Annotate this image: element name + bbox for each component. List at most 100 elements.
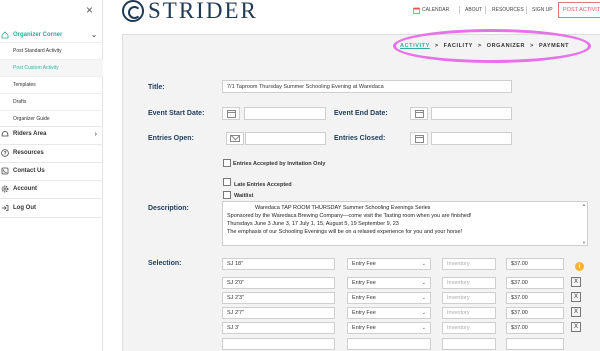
- sidebar-item-label: Organizer Corner: [13, 32, 63, 38]
- inventory-input[interactable]: Inventory: [442, 258, 496, 270]
- nav-about[interactable]: ABOUT: [465, 6, 482, 14]
- scroll-up-icon[interactable]: ▲: [582, 202, 586, 207]
- info-icon[interactable]: i: [575, 262, 584, 271]
- inventory-input[interactable]: Inventory: [442, 307, 496, 319]
- price-input[interactable]: $37.00: [506, 258, 564, 270]
- title-input[interactable]: 7/1 Taproom Thursday Summer Schooling Ev…: [222, 80, 512, 93]
- sidebar-subitem-post-custom-activity[interactable]: Post Custom Activity: [0, 59, 103, 76]
- event-start-date-label: Event Start Date:: [148, 110, 205, 117]
- fee-type-select[interactable]: [347, 338, 431, 350]
- chevron-down-icon: ⌄: [91, 32, 97, 39]
- inventory-input[interactable]: Inventory: [442, 277, 496, 289]
- fee-type-select[interactable]: Entry Fee ⌄: [347, 292, 431, 304]
- chevron-down-icon: ⌄: [421, 261, 426, 267]
- nav-calendar[interactable]: CALENDAR: [413, 6, 449, 14]
- sidebar-subitem-templates[interactable]: Templates: [0, 76, 103, 93]
- strider-logo[interactable]: STRIDER: [122, 0, 258, 22]
- gear-icon: [1, 185, 9, 193]
- helmet-icon: [1, 130, 9, 138]
- sidebar-item-label: Riders Area: [13, 131, 47, 137]
- sidebar-item-label: Log Out: [13, 205, 36, 211]
- logo-text: STRIDER: [148, 0, 258, 23]
- sidebar: × Organizer Corner ⌄ Post Standard Activ…: [0, 0, 103, 351]
- selection-name-input[interactable]: [222, 338, 335, 350]
- price-input[interactable]: $37.00: [506, 322, 564, 334]
- fee-type-select[interactable]: Entry Fee ⌄: [347, 307, 431, 319]
- chevron-right-icon: ›: [94, 130, 97, 138]
- selection-name-input[interactable]: SJ 2'0": [222, 277, 335, 289]
- description-label: Description:: [148, 205, 189, 212]
- by-invitation-checkbox[interactable]: [223, 159, 231, 167]
- waitlist-checkbox[interactable]: [223, 191, 231, 199]
- nav-resources[interactable]: RESOURCES: [492, 6, 524, 14]
- entries-closed-label: Entries Closed:: [334, 135, 386, 142]
- chevron-down-icon: ⌄: [421, 325, 426, 331]
- entries-closed-calendar-button[interactable]: [410, 132, 428, 145]
- event-end-date-label: Event End Date:: [334, 110, 388, 117]
- sidebar-item-riders-area[interactable]: Riders Area ›: [0, 125, 103, 143]
- remove-row-button[interactable]: X: [571, 292, 581, 302]
- sidebar-item-label: Contact Us: [13, 168, 45, 174]
- price-input[interactable]: $37.00: [506, 277, 564, 289]
- selection-name-input[interactable]: SJ 2'3": [222, 292, 335, 304]
- description-textarea[interactable]: Waredaca TAP ROOM THURSDAY Summer School…: [222, 201, 588, 246]
- logout-icon: [1, 204, 9, 212]
- end-date-calendar-button[interactable]: [410, 107, 428, 120]
- price-input[interactable]: [506, 338, 564, 350]
- selection-name-input[interactable]: SJ 18": [222, 258, 335, 270]
- envelope-icon: [230, 135, 240, 142]
- nav-sign-up[interactable]: SIGN UP: [532, 6, 553, 14]
- calendar-icon: [414, 109, 424, 118]
- sidebar-item-account[interactable]: Account: [0, 180, 103, 198]
- fee-type-select[interactable]: Entry Fee ⌄: [347, 258, 431, 270]
- entries-closed-input[interactable]: [431, 132, 512, 145]
- description-scrollbar[interactable]: ▲ ▼: [582, 202, 587, 245]
- price-input[interactable]: $37.00: [506, 292, 564, 304]
- post-activity-button[interactable]: POST ACTIVITY: [558, 2, 600, 18]
- chevron-down-icon: ⌄: [421, 295, 426, 301]
- sidebar-item-label: Account: [13, 186, 37, 192]
- calendar-icon: [226, 109, 236, 118]
- description-line: Sponsored by the Waredaca Brewing Compan…: [227, 213, 472, 219]
- sidebar-subitem-post-standard-activity[interactable]: Post Standard Activity: [0, 42, 103, 59]
- logo-mark-icon: [122, 0, 144, 22]
- end-date-input[interactable]: [431, 107, 512, 120]
- svg-text:?: ?: [3, 151, 6, 157]
- start-date-calendar-button[interactable]: [222, 107, 240, 120]
- description-line: Thursdays June 3 June 3, 17 July 1, 15, …: [227, 221, 399, 227]
- sidebar-item-contact-us[interactable]: Contact Us: [0, 162, 103, 180]
- entries-open-label: Entries Open:: [148, 135, 194, 142]
- divider: [0, 217, 103, 218]
- sidebar-item-label: Resources: [13, 150, 44, 156]
- entries-open-input[interactable]: [245, 132, 326, 145]
- selection-name-input[interactable]: SJ 2'7": [222, 307, 335, 319]
- description-line: The emphasis of our Schooling Evenings w…: [227, 229, 463, 235]
- scroll-down-icon[interactable]: ▼: [582, 240, 586, 245]
- by-invitation-label: Entries Accepted by Invitation Only: [233, 161, 326, 167]
- inventory-input[interactable]: Inventory: [442, 322, 496, 334]
- question-icon: ?: [1, 149, 9, 157]
- fee-type-select[interactable]: Entry Fee ⌄: [347, 322, 431, 334]
- inventory-input[interactable]: [442, 338, 496, 350]
- fee-type-select[interactable]: Entry Fee ⌄: [347, 277, 431, 289]
- sidebar-subitem-drafts[interactable]: Drafts: [0, 93, 103, 110]
- remove-row-button[interactable]: X: [571, 277, 581, 287]
- calendar-icon: [414, 134, 424, 143]
- selection-name-input[interactable]: SJ 3': [222, 322, 335, 334]
- top-header: STRIDER CALENDAR ABOUT RESOURCES SIGN UP…: [103, 0, 600, 26]
- entries-open-icon-button[interactable]: [226, 132, 244, 145]
- late-entries-checkbox[interactable]: [223, 178, 231, 186]
- waitlist-label: Waitlist: [234, 193, 254, 199]
- calendar-icon: [413, 7, 420, 14]
- highlight-annotation: [393, 29, 591, 63]
- remove-row-button[interactable]: X: [571, 322, 581, 332]
- price-input[interactable]: $37.00: [506, 307, 564, 319]
- phone-icon: [1, 167, 9, 175]
- sidebar-item-resources[interactable]: ? Resources: [0, 144, 103, 162]
- title-label: Title:: [148, 84, 165, 91]
- start-date-input[interactable]: [244, 107, 326, 120]
- close-icon[interactable]: ×: [86, 3, 93, 17]
- remove-row-button[interactable]: X: [571, 307, 581, 317]
- sidebar-item-log-out[interactable]: Log Out: [0, 199, 103, 217]
- inventory-input[interactable]: Inventory: [442, 292, 496, 304]
